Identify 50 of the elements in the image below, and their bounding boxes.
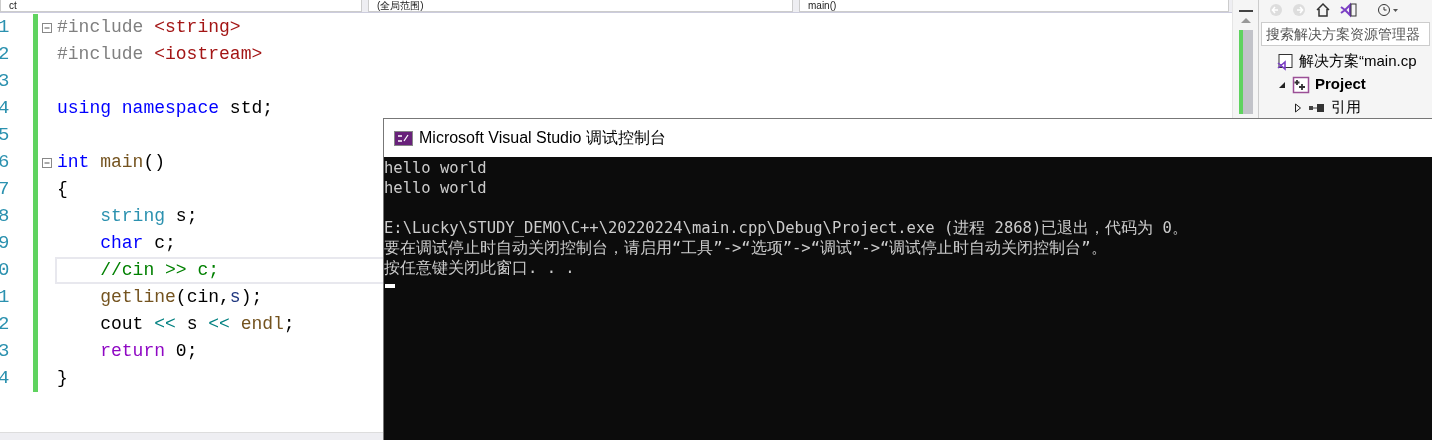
code-line: cout << s << endl; [99,313,295,336]
search-field[interactable]: 搜索解决方案资源管理器 [1261,22,1430,46]
code-line: using namespace std; [57,97,274,120]
line-number: 8 [0,204,10,230]
code-line: char c; [99,232,176,255]
code-line: //cin >> c; [99,259,220,282]
console-output-line: hello world [384,158,488,178]
history-icon[interactable] [1377,3,1399,17]
tree-item[interactable]: 解决方案“main.cp [1299,50,1417,73]
scope-dropdown[interactable]: ct [0,0,362,12]
line-number: 7 [0,177,10,203]
code-line: string s; [99,205,198,228]
console-icon [394,130,413,146]
solution-icon [1276,52,1294,71]
expanded-icon[interactable] [1278,80,1286,89]
home-icon[interactable] [1315,2,1331,18]
project-icon [1292,75,1310,94]
console-output-line: 要在调试停止时自动关闭控制台，请启用“工具”->“选项”->“调试”->“调试停止时自动关闭控制台”。 [384,238,1108,258]
text-cursor [385,284,395,288]
line-number: 0 [0,258,10,284]
code-line: #include <string> [57,16,241,39]
line-number: 1 [0,285,10,311]
line-number: 6 [0,150,10,176]
scrollbar-thumb[interactable] [1238,30,1253,114]
visual-studio-icon[interactable] [1340,2,1358,18]
line-number: 3 [0,339,10,365]
console-output-line: hello world [384,178,488,198]
tree-item[interactable]: 引用 [1331,96,1361,119]
code-line: #include <iostream> [57,43,263,66]
console-output-line: E:\Lucky\STUDY_DEMO\C++\20220224\main.cpp\Debug\Project.exe (进程 2868)已退出，代码为 0。 [384,218,1189,238]
code-line: return 0; [99,340,198,363]
code-line: getline(cin,s); [99,286,263,309]
references-icon [1308,101,1326,114]
scope-dropdown[interactable]: main() [799,0,1229,12]
line-number: 9 [0,231,10,257]
code-line: int main() [57,151,166,174]
collapsed-icon[interactable] [1294,102,1302,113]
collapse-icon[interactable] [41,22,52,33]
line-number: 2 [0,42,10,68]
scope-dropdown[interactable]: (全局范围) [368,0,793,12]
code-line: { [57,178,68,201]
line-number: 2 [0,312,10,338]
collapse-icon[interactable] [41,157,52,168]
line-number: 3 [0,69,10,95]
line-number: 5 [0,123,10,149]
window-title: Microsoft Visual Studio 调试控制台 [419,128,666,148]
code-line: } [57,367,68,390]
tree-item[interactable]: Project [1315,73,1366,96]
console-output-line: 按任意键关闭此窗口. . . [384,258,576,278]
line-number: 1 [0,15,10,41]
